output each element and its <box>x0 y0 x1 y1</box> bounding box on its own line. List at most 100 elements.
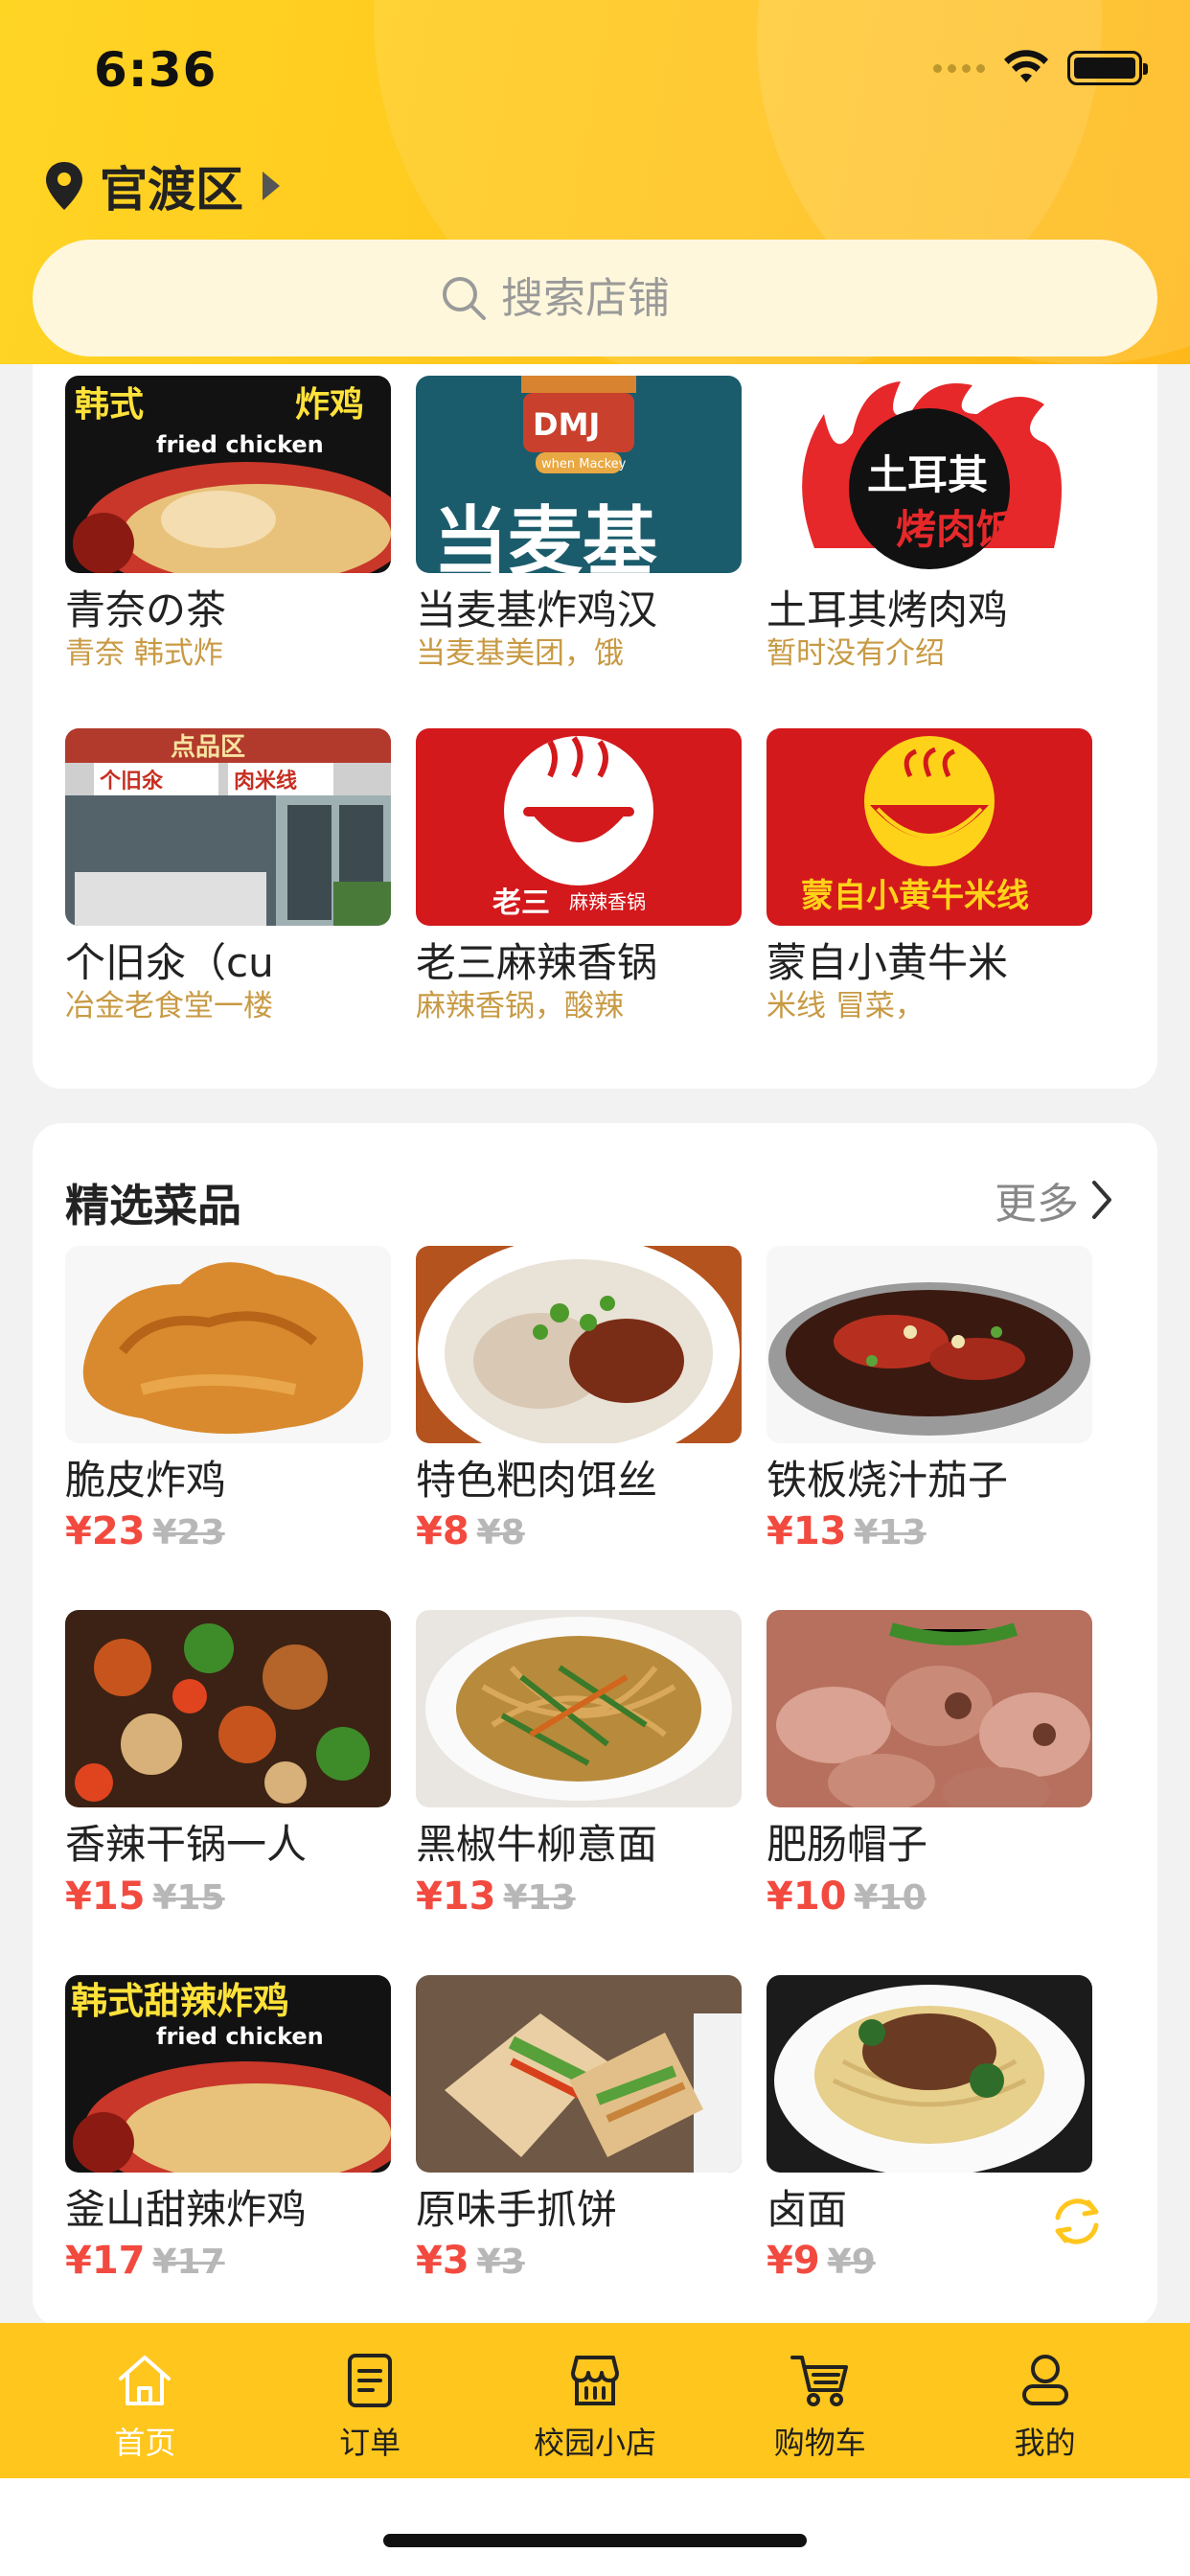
location-pin-icon <box>46 162 82 210</box>
dish-image-braised-noodle <box>767 1974 1092 2173</box>
more-link[interactable]: 更多 <box>995 1169 1113 1230</box>
dish-image-intestine <box>767 1610 1092 1808</box>
tab-label: 订单 <box>339 2425 401 2461</box>
price-current: ¥13 <box>767 1509 847 1554</box>
tab-label: 我的 <box>1014 2425 1076 2461</box>
price-current: ¥23 <box>65 1509 146 1554</box>
dish-image-rice-noodle <box>416 1246 742 1443</box>
dish-name: 肥肠帽子 <box>767 1821 928 1869</box>
sign-text: 肉米线 <box>234 769 297 794</box>
dish-name: 釜山甜辣炸鸡 <box>65 2185 308 2233</box>
dish-price: ¥23 ¥23 <box>65 1508 391 1554</box>
location-selector[interactable]: 官渡区 <box>44 151 280 220</box>
shop-item[interactable]: 点品区 个旧氽 肉米线 个旧氽（cu 冶金老食堂一楼 <box>65 727 391 1025</box>
tab-home[interactable]: 首页 <box>49 2323 240 2478</box>
shop-item[interactable]: 土耳其 烤肉饭 土耳其烤肉鸡 暂时没有介绍 <box>767 376 1092 673</box>
tab-cart[interactable]: 购物车 <box>724 2323 916 2478</box>
price-current: ¥13 <box>416 1874 496 1919</box>
sign-text: 个旧氽 <box>100 769 164 794</box>
search-bar[interactable] <box>33 240 1157 356</box>
dish-image-sweet-chicken: 韩式甜辣炸鸡 fried chicken <box>65 1974 391 2173</box>
shop-image-kebab: 土耳其 烤肉饭 <box>767 376 1092 573</box>
dish-item[interactable]: 黑椒牛柳意面 ¥13 ¥13 <box>416 1610 742 1919</box>
shop-image-fried-chicken: 韩式 炸鸡 fried chicken <box>65 376 391 573</box>
sign-text: 点品区 <box>171 732 245 762</box>
shop-name: 土耳其烤肉鸡 <box>767 586 1009 633</box>
more-label: 更多 <box>995 1180 1079 1229</box>
dish-price: ¥8 ¥8 <box>416 1508 742 1554</box>
dish-price: ¥15 ¥15 <box>65 1874 391 1920</box>
shop-desc: 暂时没有介绍 <box>767 636 945 672</box>
caret-right-icon <box>263 172 280 200</box>
dish-item[interactable]: 韩式甜辣炸鸡 fried chicken 釜山甜辣炸鸡 ¥17 ¥17 <box>65 1974 391 2284</box>
order-icon <box>348 2354 393 2407</box>
price-original: ¥13 <box>503 1877 576 1918</box>
search-input[interactable] <box>501 273 750 323</box>
dish-name: 原味手抓饼 <box>416 2185 618 2233</box>
shop-desc: 麻辣香锅，酸辣 <box>416 988 624 1024</box>
battery-icon <box>1067 51 1148 85</box>
banner-text: 当麦基 <box>433 499 657 573</box>
shop-image-storefront: 点品区 个旧氽 肉米线 <box>65 727 391 926</box>
price-current: ¥8 <box>416 1509 469 1554</box>
refresh-icon <box>1055 2198 1099 2244</box>
cart-icon <box>790 2356 848 2406</box>
dish-item[interactable]: 香辣干锅一人 ¥15 ¥15 <box>65 1610 391 1919</box>
logo-text: 土耳其 <box>867 451 988 498</box>
dish-price: ¥9 ¥9 <box>767 2238 1092 2284</box>
dish-item[interactable]: 铁板烧汁茄子 ¥13 ¥13 <box>767 1246 1092 1554</box>
price-original: ¥23 <box>152 1513 225 1553</box>
dish-price: ¥10 ¥10 <box>767 1874 1092 1920</box>
banner-text: 炸鸡 <box>295 385 364 425</box>
shop-item[interactable]: 老三 麻辣香锅 老三麻辣香锅 麻辣香锅，酸辣 <box>416 727 742 1025</box>
dish-item[interactable]: 卤面 ¥9 ¥9 <box>767 1974 1092 2284</box>
shop-desc: 冶金老食堂一楼 <box>65 988 273 1024</box>
price-current: ¥9 <box>767 2239 820 2284</box>
price-current: ¥17 <box>65 2239 146 2284</box>
logo-subtext: 麻辣香锅 <box>569 890 646 913</box>
tab-label: 首页 <box>114 2425 176 2461</box>
dish-price: ¥13 ¥13 <box>416 1874 742 1920</box>
home-indicator[interactable] <box>383 2534 807 2547</box>
dish-price: ¥3 ¥3 <box>416 2238 742 2284</box>
dish-price: ¥13 ¥13 <box>767 1508 1092 1554</box>
dish-image-fried-chicken <box>65 1246 391 1443</box>
price-current: ¥10 <box>767 1874 847 1919</box>
profile-icon <box>1021 2355 1068 2405</box>
tab-orders[interactable]: 订单 <box>274 2323 466 2478</box>
dish-name: 铁板烧汁茄子 <box>767 1457 1009 1504</box>
signal-icon <box>933 63 985 73</box>
tab-campus-store[interactable]: 校园小店 <box>499 2323 691 2478</box>
price-original: ¥17 <box>152 2242 225 2283</box>
refresh-button[interactable] <box>1044 2189 1110 2258</box>
tab-label: 校园小店 <box>533 2425 656 2461</box>
dish-image-pasta <box>416 1610 742 1808</box>
tab-label: 购物车 <box>773 2425 866 2461</box>
shop-item[interactable]: 蒙自小黄牛米线 蒙自小黄牛米 米线 冒菜， <box>767 727 1092 1025</box>
shop-image-hotpot: 老三 麻辣香锅 <box>416 727 742 926</box>
price-current: ¥15 <box>65 1874 146 1919</box>
shop-name: 个旧氽（cu <box>65 938 274 986</box>
home-icon <box>119 2356 172 2405</box>
logo-text: DMJ <box>533 406 600 443</box>
shop-name: 当麦基炸鸡汉 <box>416 586 658 633</box>
dish-item[interactable]: 特色粑肉饵丝 ¥8 ¥8 <box>416 1246 742 1554</box>
shop-item[interactable]: 韩式 炸鸡 fried chicken 青奈の茶 青奈 韩式炸 <box>65 376 391 673</box>
dish-image-dry-pot <box>65 1610 391 1808</box>
shop-item[interactable]: DMJ when Mackey 当麦基 当麦基炸鸡汉 当麦基美团，饿 <box>416 376 742 673</box>
price-original: ¥3 <box>476 2242 525 2283</box>
banner-subtext: fried chicken <box>156 2023 324 2050</box>
dish-item[interactable]: 肥肠帽子 ¥10 ¥10 <box>767 1610 1092 1919</box>
dish-name: 黑椒牛柳意面 <box>416 1821 658 1869</box>
shop-image-dmj: DMJ when Mackey 当麦基 <box>416 376 742 573</box>
featured-dishes-card: 精选菜品 更多 脆皮炸鸡 ¥23 ¥23 特色粑肉饵丝 ¥8 ¥8 铁板烧汁茄子… <box>33 1123 1157 2327</box>
tab-profile[interactable]: 我的 <box>950 2323 1141 2478</box>
dish-item[interactable]: 脆皮炸鸡 ¥23 ¥23 <box>65 1246 391 1554</box>
status-icons <box>933 50 1148 86</box>
section-title: 精选菜品 <box>65 1180 241 1231</box>
shop-name: 老三麻辣香锅 <box>416 938 658 986</box>
shop-desc: 青奈 韩式炸 <box>65 636 223 672</box>
shop-list-card: 韩式 炸鸡 fried chicken 青奈の茶 青奈 韩式炸 DMJ when… <box>33 288 1157 1089</box>
dish-item[interactable]: 原味手抓饼 ¥3 ¥3 <box>416 1974 742 2284</box>
shop-grid: 韩式 炸鸡 fried chicken 青奈の茶 青奈 韩式炸 DMJ when… <box>65 376 1092 1024</box>
